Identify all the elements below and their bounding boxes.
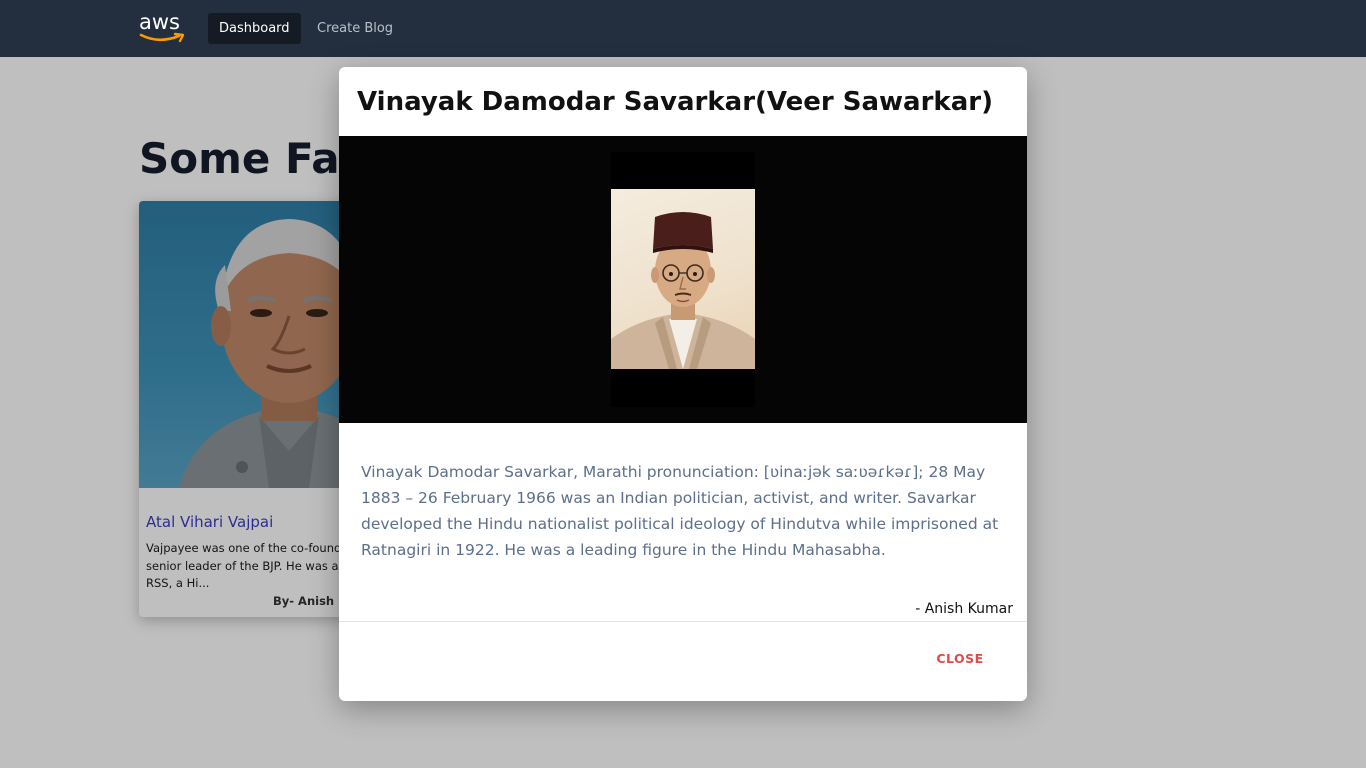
modal-title: Vinayak Damodar Savarkar(Veer Sawarkar) xyxy=(357,87,993,117)
smile-arrow-icon xyxy=(139,32,185,43)
logo-text: aws xyxy=(139,10,180,34)
modal-portrait xyxy=(611,189,755,369)
nav-dashboard[interactable]: Dashboard xyxy=(208,13,301,44)
nav-create-blog[interactable]: Create Blog xyxy=(306,13,404,44)
modal-divider xyxy=(339,621,1027,622)
blog-modal: Vinayak Damodar Savarkar(Veer Sawarkar) xyxy=(339,67,1027,701)
modal-author: - Anish Kumar xyxy=(915,601,1013,617)
portrait-frame xyxy=(611,152,755,407)
modal-image-area xyxy=(339,136,1027,423)
top-navbar: aws Dashboard Create Blog xyxy=(0,0,1366,57)
portrait-illustration xyxy=(611,212,755,369)
modal-body-text: Vinayak Damodar Savarkar, Marathi pronun… xyxy=(361,463,999,559)
aws-logo[interactable]: aws xyxy=(139,10,187,46)
close-button[interactable]: CLOSE xyxy=(927,647,993,671)
